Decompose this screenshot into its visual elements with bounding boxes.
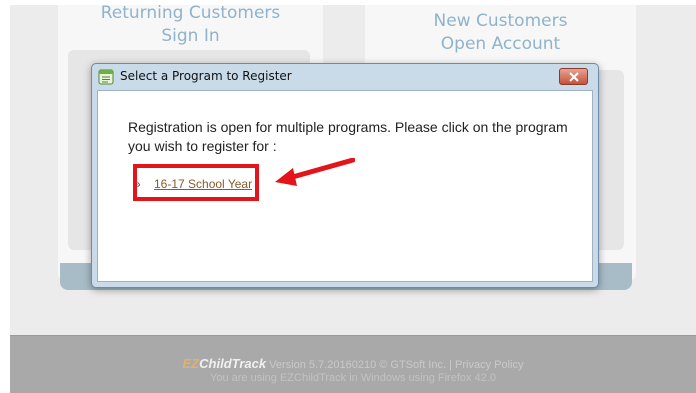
footer-environment-line: You are using EZChildTrack in Windows us… [210, 372, 496, 384]
brand-childtrack: ChildTrack [199, 356, 267, 371]
new-title-line1: New Customers [433, 11, 568, 31]
dialog-title: Select a Program to Register [120, 69, 292, 83]
new-customers-title: New Customers Open Account [365, 10, 636, 56]
returning-customers-title: Returning Customers Sign In [58, 5, 323, 48]
brand-ez: EZ [182, 356, 200, 371]
dialog-titlebar[interactable]: Select a Program to Register [92, 64, 598, 90]
dialog-message: Registration is open for multiple progra… [128, 119, 568, 154]
close-icon [569, 72, 579, 82]
returning-title-line1: Returning Customers [100, 5, 281, 23]
returning-title-line2: Sign In [161, 26, 220, 46]
new-title-line2: Open Account [440, 34, 561, 54]
footer-version-line: EZChildTrack Version 5.7.20160210 © GTSo… [10, 356, 696, 371]
version-text: Version 5.7.20160210 © GTSoft Inc. | Pri… [269, 359, 524, 371]
dialog-window-icon [98, 69, 114, 85]
close-button[interactable] [559, 68, 588, 85]
page-footer: EZChildTrack Version 5.7.20160210 © GTSo… [10, 335, 696, 393]
arrow-icon [275, 158, 355, 186]
annotation-highlight-box [133, 164, 259, 201]
